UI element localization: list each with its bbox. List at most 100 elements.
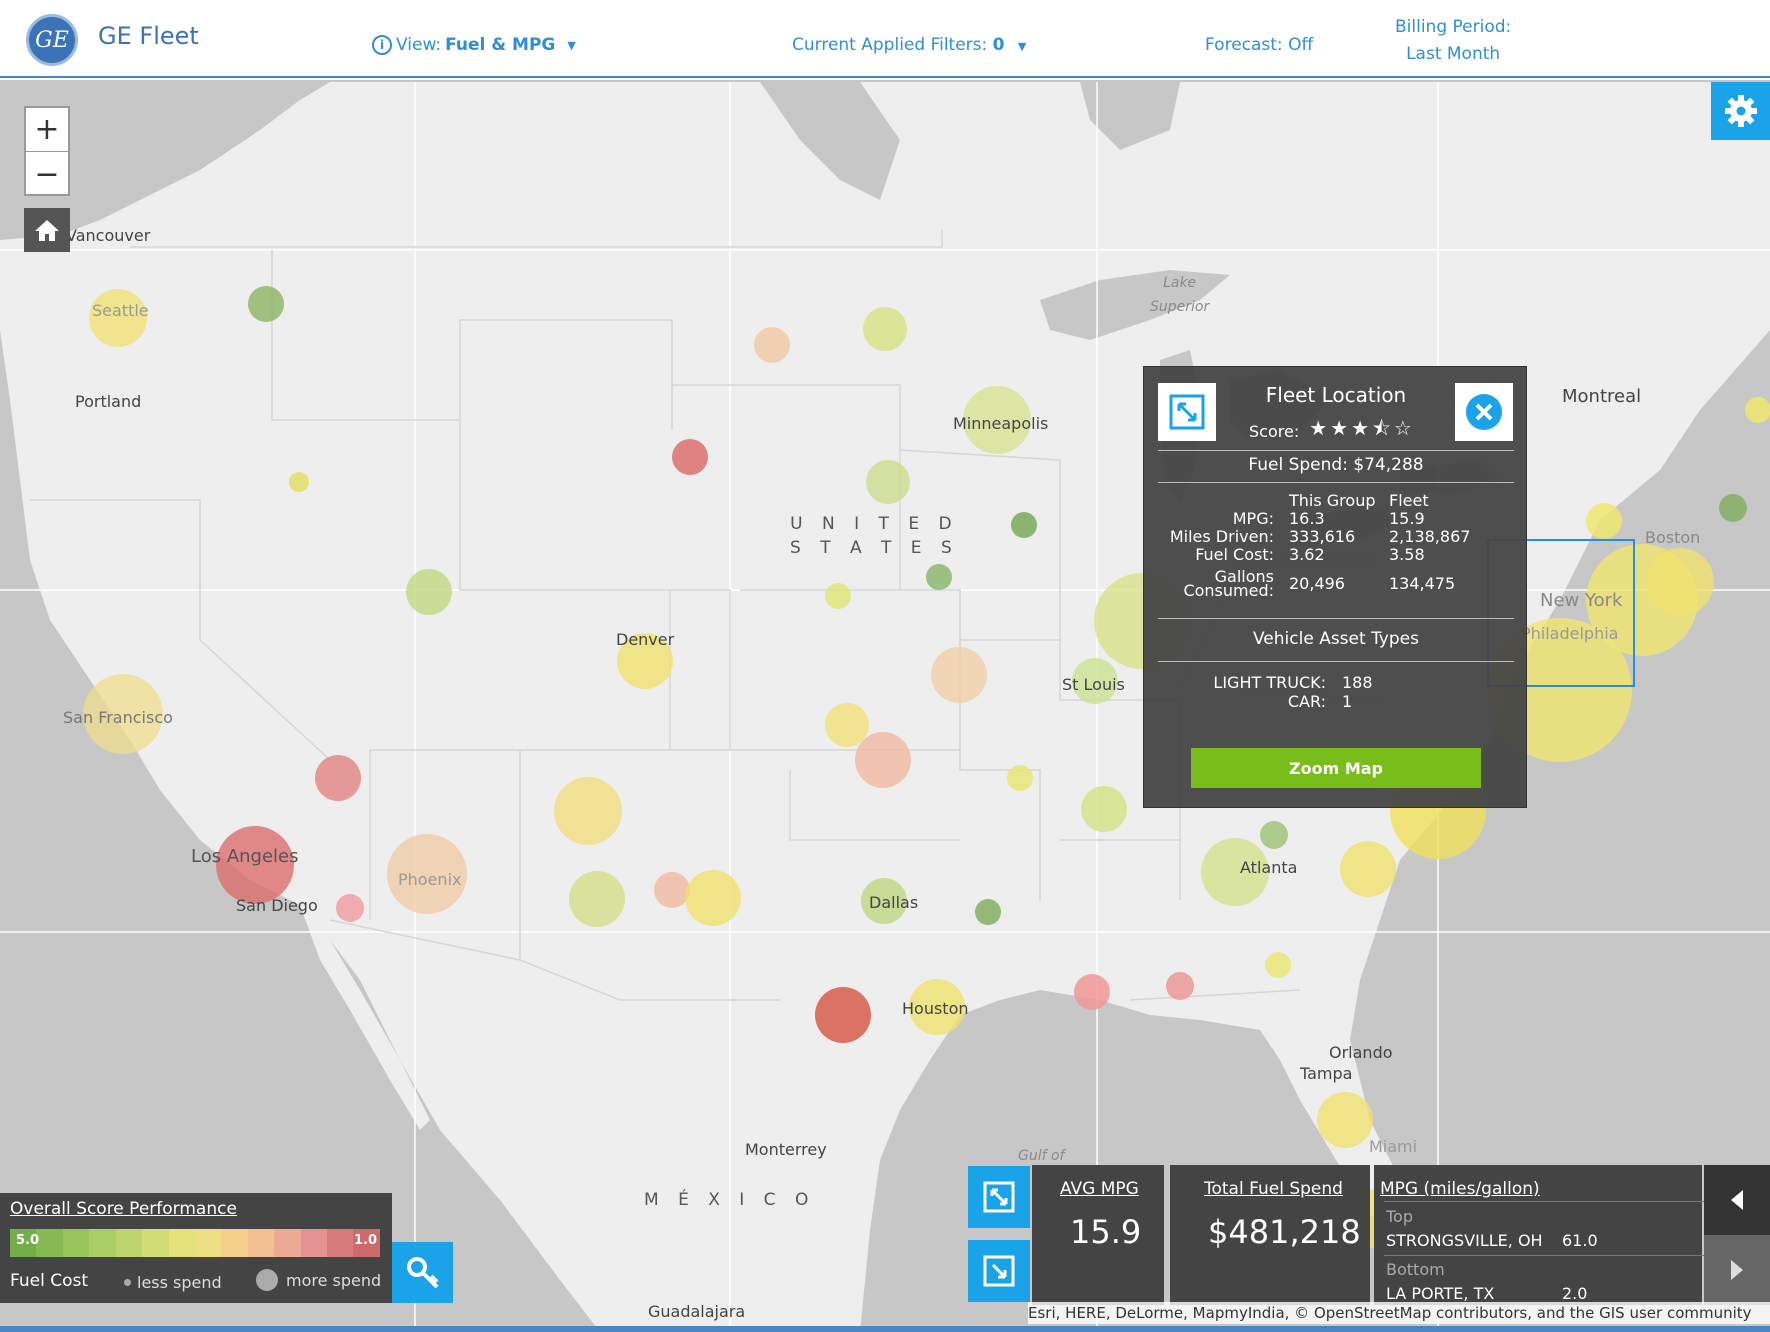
table-row: Miles Driven: 333,616 2,138,867 [1169, 527, 1471, 546]
key-button[interactable] [392, 1242, 453, 1303]
close-button[interactable] [1455, 383, 1513, 441]
water-label: Lake Superior [1150, 275, 1210, 315]
home-button[interactable] [24, 208, 70, 252]
legend-swatch [274, 1229, 301, 1257]
legend-swatch [142, 1229, 169, 1257]
zoom-out-button[interactable]: − [26, 152, 68, 196]
city-label: Seattle [92, 301, 149, 320]
city-label: Los Angeles [191, 846, 299, 867]
settings-button[interactable] [1711, 82, 1770, 140]
fleet-bubble[interactable] [825, 583, 851, 609]
top-label: Top [1386, 1207, 1413, 1226]
mpg-rank-box: MPG (miles/gallon) Top STRONGSVILLE, OH … [1374, 1165, 1706, 1305]
legend-low: 1.0 [354, 1233, 378, 1248]
fleet-bubble[interactable] [406, 569, 452, 615]
expand-icon [983, 1181, 1015, 1213]
total-fuel-spend-box: Total Fuel Spend $481,218 [1170, 1165, 1370, 1305]
info-icon[interactable]: i [372, 35, 392, 55]
view-value: Fuel & MPG [445, 35, 556, 55]
asset-row: CAR: 1 [1287, 692, 1353, 711]
divider [1384, 1201, 1706, 1202]
key-icon [406, 1256, 438, 1288]
fleet-bubble[interactable] [931, 647, 987, 703]
filters-value: 0 [992, 35, 1005, 55]
mpg-label: MPG (miles/gallon) [1380, 1179, 1540, 1199]
fleet-bubble[interactable] [754, 327, 790, 363]
asset-row: LIGHT TRUCK: 188 [1213, 673, 1373, 692]
city-label: San Francisco [63, 708, 173, 727]
country-label-mexico: M É X I C O [644, 1190, 816, 1210]
caret-left-icon [1731, 1190, 1743, 1210]
divider [1158, 618, 1514, 619]
total-spend-label: Total Fuel Spend [1204, 1179, 1343, 1199]
home-icon [35, 220, 59, 241]
fleet-bubble[interactable] [815, 987, 871, 1043]
expand-panel-button[interactable] [968, 1166, 1030, 1228]
fleet-location-popup: Fleet Location Score: ★★★⯪☆ Fuel Spend: … [1143, 366, 1527, 808]
caret-right-icon [1731, 1260, 1743, 1280]
fleet-bubble[interactable] [1166, 972, 1194, 1000]
fleet-bubble[interactable] [1646, 548, 1714, 616]
fleet-bubble[interactable] [863, 307, 907, 351]
more-spend: more spend [256, 1269, 381, 1291]
zoom-map-button[interactable]: Zoom Map [1191, 748, 1481, 788]
bottom-name: LA PORTE, TX [1386, 1284, 1495, 1303]
avg-mpg-box: AVG MPG 15.9 [1032, 1165, 1164, 1305]
city-label: Minneapolis [953, 414, 1049, 433]
fleet-bubble[interactable] [1081, 786, 1127, 832]
city-label: Houston [902, 999, 969, 1018]
fleet-bubble[interactable] [1586, 503, 1622, 539]
fleet-bubble[interactable] [926, 564, 952, 590]
table-row: MPG: 16.3 15.9 [1232, 509, 1425, 528]
city-label: Guadalajara [648, 1302, 746, 1321]
fleet-bubble[interactable] [1340, 841, 1396, 897]
fleet-bubble[interactable] [554, 777, 622, 845]
fleet-bubble[interactable] [1007, 765, 1033, 791]
legend-swatch [327, 1229, 354, 1257]
next-button[interactable] [1704, 1235, 1770, 1305]
city-label: Atlanta [1240, 858, 1298, 877]
zoom-in-button[interactable]: + [26, 108, 68, 152]
fleet-bubble[interactable] [975, 899, 1001, 925]
fleet-bubble[interactable] [1719, 494, 1747, 522]
divider [1384, 1255, 1706, 1256]
score-stars: ★★★⯪☆ [1309, 416, 1415, 440]
fleet-bubble[interactable] [315, 755, 361, 801]
bottom-border [0, 1326, 1770, 1332]
fleet-bubble[interactable] [289, 472, 309, 492]
fleet-bubble[interactable] [685, 870, 741, 926]
legend-title: Overall Score Performance [10, 1199, 237, 1219]
city-label: Montreal [1562, 386, 1642, 407]
legend-swatch [221, 1229, 248, 1257]
city-label: Portland [75, 392, 142, 411]
fleet-bubble[interactable] [1745, 397, 1770, 423]
ge-logo: GE [26, 14, 78, 66]
collapse-icon [983, 1255, 1015, 1287]
filters-selector[interactable]: Current Applied Filters: 0 ▼ [792, 35, 1026, 55]
collapse-panel-button[interactable] [968, 1240, 1030, 1302]
fleet-bubble[interactable] [855, 732, 911, 788]
fleet-bubble[interactable] [1317, 1092, 1373, 1148]
fleet-bubble[interactable] [672, 439, 708, 475]
legend-swatch [194, 1229, 222, 1257]
legend-swatch [300, 1229, 328, 1257]
fleet-bubble[interactable] [1265, 952, 1291, 978]
fleet-bubble[interactable] [1011, 512, 1037, 538]
view-label: View: [396, 35, 442, 55]
fleet-bubble[interactable] [248, 286, 284, 322]
fleet-bubble[interactable] [1260, 821, 1288, 849]
previous-button[interactable] [1704, 1165, 1770, 1235]
fuel-spend: Fuel Spend: $74,288 [1248, 455, 1424, 475]
top-value: 61.0 [1562, 1231, 1598, 1250]
col-this-group: This Group [1289, 491, 1376, 510]
billing-period[interactable]: Billing Period: Last Month [1395, 14, 1511, 68]
city-label: Miami [1369, 1137, 1418, 1156]
fleet-bubble[interactable] [1074, 974, 1110, 1010]
fleet-bubble[interactable] [569, 871, 625, 927]
view-selector[interactable]: i View: Fuel & MPG ▼ [372, 35, 576, 55]
legend-high: 5.0 [16, 1233, 40, 1248]
legend-swatch [36, 1229, 63, 1257]
fleet-bubble[interactable] [336, 894, 364, 922]
fleet-bubble[interactable] [866, 460, 910, 504]
forecast-toggle[interactable]: Forecast: Off [1205, 35, 1313, 55]
